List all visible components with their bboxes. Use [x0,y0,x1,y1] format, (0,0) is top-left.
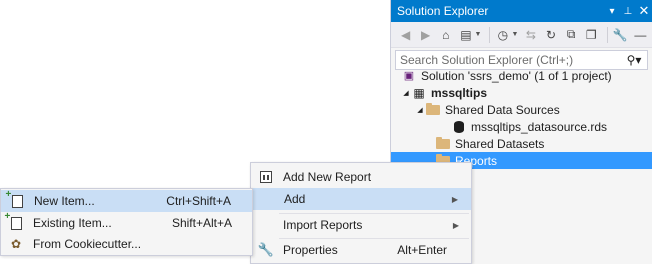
menu-item-label: Import Reports [283,218,363,232]
add-submenu: New Item... Ctrl+Shift+A Existing Item..… [0,188,253,256]
menu-item-import-reports[interactable]: Import Reports ▶ [251,214,471,236]
search-icon[interactable]: ⚲▾ [621,53,647,67]
context-menu: Add New Report Add ▶ Import Reports ▶ 🔧 … [250,162,472,264]
menu-item-label: Add New Report [283,170,372,184]
menu-item-label: From Cookiecutter... [33,237,142,251]
menu-item-shortcut: Shift+Alt+A [171,216,232,230]
forward-icon[interactable]: ▶ [417,26,434,44]
menu-item-label: Properties [283,243,338,257]
menu-item-label: Add [284,192,306,206]
menu-item-new-item[interactable]: New Item... Ctrl+Shift+A [1,189,252,212]
tree-item-datasource[interactable]: mssqltips_datasource.rds [391,118,652,135]
menu-item-shortcut: Ctrl+Shift+A [166,194,231,208]
report-project-icon: ▦ [413,85,425,100]
show-all-files-icon[interactable]: ❐ [583,26,600,44]
solution-tree: ▣ Solution 'ssrs_demo' (1 of 1 project) … [391,67,652,169]
switch-views-dropdown-icon[interactable]: ▼ [474,31,481,38]
pending-changes-filter-icon[interactable]: ◷ [494,26,511,44]
solution-explorer-title-bar: Solution Explorer ▾ ⊥ ✕ [391,0,652,22]
menu-item-existing-item[interactable]: Existing Item... Shift+Alt+A [1,211,252,234]
tree-item-label: mssqltips_datasource.rds [471,119,608,134]
minimize-icon[interactable]: — [632,26,649,44]
datasource-icon [451,120,467,134]
menu-item-shortcut: Alt+Enter [397,243,447,257]
window-position-dropdown-icon[interactable]: ▾ [604,6,620,17]
submenu-arrow-icon: ▶ [451,194,458,204]
tree-item-label: Solution 'ssrs_demo' (1 of 1 project) [421,68,612,83]
switch-views-icon[interactable]: ▤ [457,26,474,44]
submenu-arrow-icon: ▶ [452,220,459,230]
pin-icon[interactable]: ⊥ [620,6,636,17]
collapse-triangle-icon[interactable]: ◢ [415,106,425,114]
refresh-icon[interactable]: ↻ [542,26,559,44]
toolbar-separator [489,26,491,43]
tree-item-shared-data-sources[interactable]: ◢ Shared Data Sources [391,101,652,118]
close-icon[interactable]: ✕ [636,3,652,19]
report-icon [258,169,274,185]
cookiecutter-icon: ✿ [10,237,22,251]
menu-item-add-new-report[interactable]: Add New Report [251,166,471,188]
sync-with-active-document-icon[interactable]: ⇆ [522,26,539,44]
menu-item-add[interactable]: Add ▶ [251,188,471,210]
menu-item-label: New Item... [34,194,95,208]
menu-item-label: Existing Item... [33,216,112,230]
solution-explorer-toolbar: ◀ ▶ ⌂ ▤ ▼ ◷ ▼ ⇆ ↻ ⧉ ❐ 🔧 — [391,22,652,48]
tree-item-shared-datasets[interactable]: Shared Datasets [391,135,652,152]
menu-item-properties[interactable]: 🔧 Properties Alt+Enter [251,239,471,261]
tree-item-solution[interactable]: ▣ Solution 'ssrs_demo' (1 of 1 project) [391,67,652,84]
new-item-icon [6,189,25,209]
toolbar-separator [606,26,608,43]
solution-explorer-title: Solution Explorer [397,4,489,18]
properties-wrench-icon[interactable]: 🔧 [612,26,629,44]
collapse-all-icon[interactable]: ⧉ [563,26,580,44]
menu-item-from-cookiecutter[interactable]: ✿ From Cookiecutter... [1,233,252,255]
folder-icon [435,136,451,151]
back-icon[interactable]: ◀ [397,26,414,44]
folder-icon [425,102,441,117]
home-icon[interactable]: ⌂ [437,26,454,44]
tree-item-label: mssqltips [431,85,488,100]
tree-item-label: Shared Datasets [455,136,545,151]
tree-item-label: Shared Data Sources [445,102,560,117]
collapse-triangle-icon[interactable]: ◢ [401,89,411,97]
filter-dropdown-icon[interactable]: ▼ [511,31,518,38]
tree-item-project[interactable]: ◢ ▦ mssqltips [391,84,652,101]
existing-item-icon [5,211,24,231]
solution-icon: ▣ [403,70,415,82]
wrench-icon: 🔧 [257,242,275,257]
